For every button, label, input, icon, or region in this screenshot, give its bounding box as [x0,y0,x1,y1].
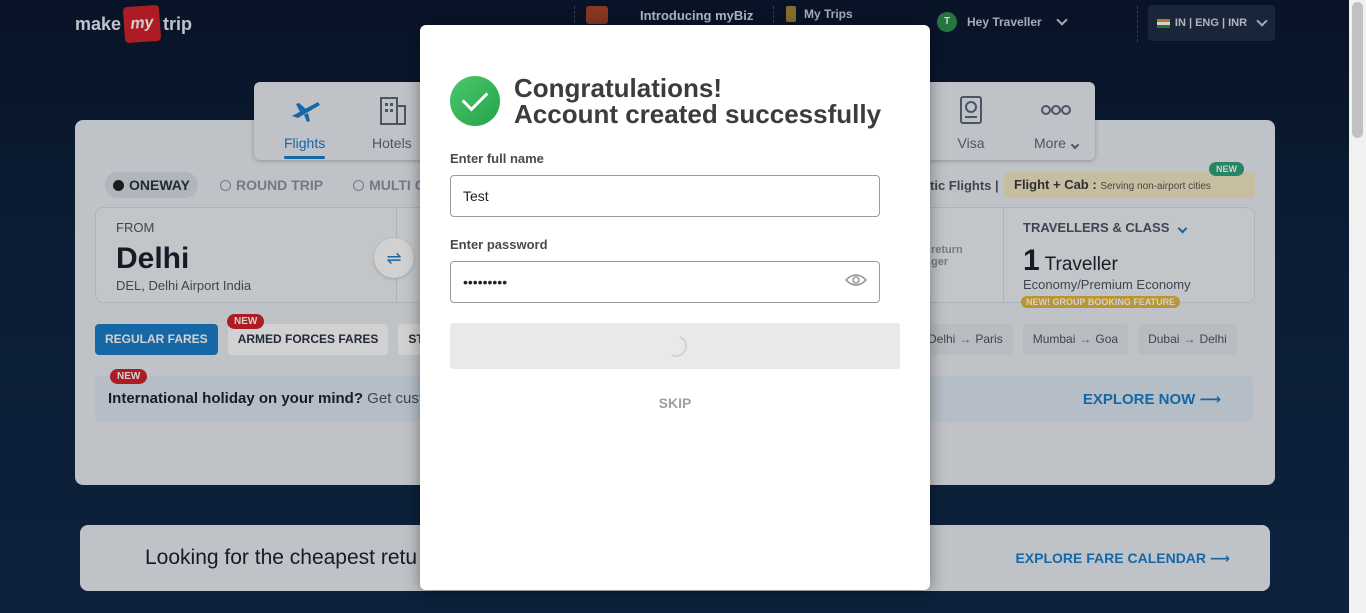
skip-button[interactable]: SKIP [420,395,930,411]
full-name-input[interactable] [450,175,880,217]
account-created-modal: Congratulations! Account created success… [420,25,930,590]
eye-icon[interactable] [845,273,867,287]
password-input[interactable] [450,261,880,303]
full-name-label: Enter full name [450,151,544,166]
submit-button[interactable] [450,323,900,369]
modal-title: Congratulations! Account created success… [514,73,882,129]
scrollbar-thumb[interactable] [1352,2,1363,138]
password-label: Enter password [450,237,548,252]
loading-spinner-icon [661,331,691,361]
page-scrollbar[interactable] [1349,0,1366,613]
success-check-icon [450,76,500,126]
